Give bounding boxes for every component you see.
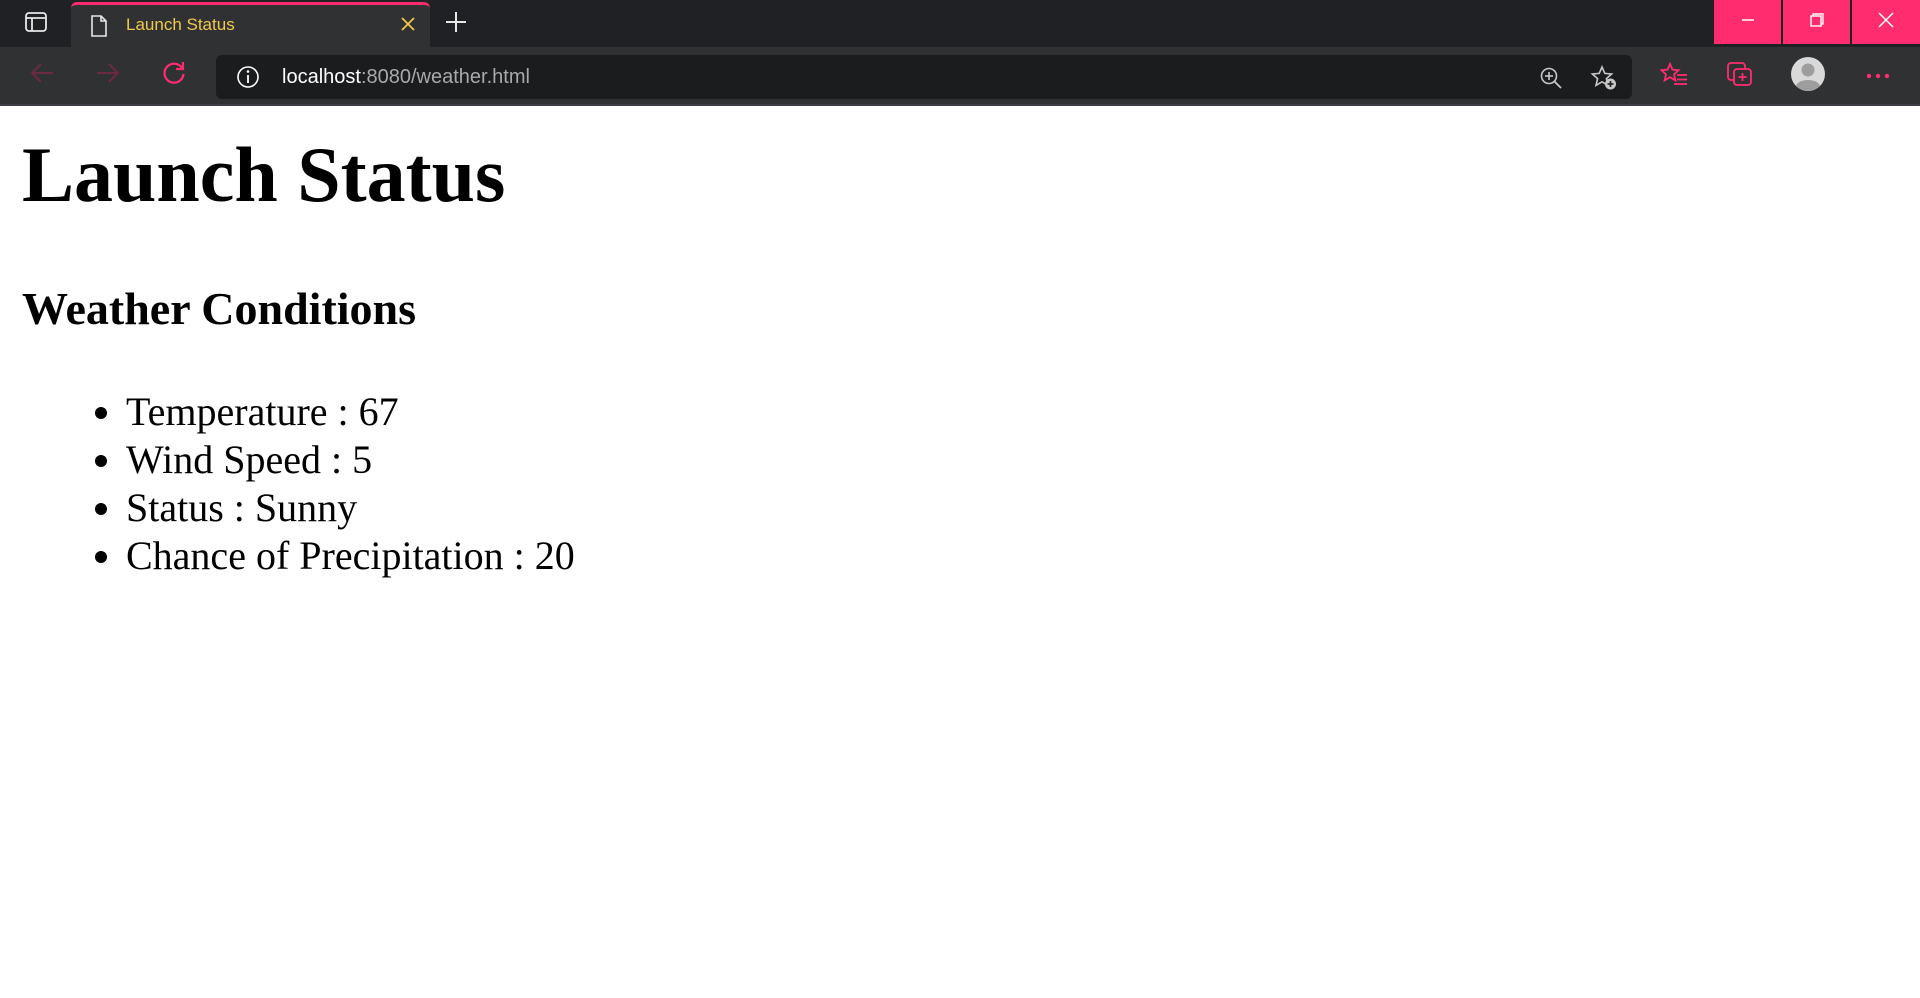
- plus-icon: [445, 11, 467, 38]
- browser-chrome: Launch Status localhost:8080/weather.htm…: [0, 0, 1920, 106]
- favorites-icon: [1659, 61, 1688, 92]
- list-item-wind-speed: Wind Speed : 5: [126, 436, 575, 484]
- star-add-icon[interactable]: [1590, 65, 1618, 91]
- more-button[interactable]: [1858, 57, 1898, 95]
- browser-toolbar: localhost:8080/weather.html: [0, 47, 1920, 106]
- avatar-icon: [1790, 56, 1826, 97]
- arrow-left-icon: [29, 62, 55, 89]
- restore-button[interactable]: [1783, 0, 1850, 44]
- zoom-in-icon[interactable]: [1538, 65, 1564, 91]
- refresh-icon: [161, 60, 187, 91]
- arrow-right-icon: [95, 62, 121, 89]
- refresh-button[interactable]: [154, 57, 194, 93]
- url-text[interactable]: localhost:8080/weather.html: [282, 66, 530, 89]
- url-host: localhost: [282, 66, 361, 88]
- url-path: :8080/weather.html: [360, 66, 530, 88]
- tab-close-button[interactable]: [396, 14, 420, 38]
- back-button[interactable]: [22, 57, 62, 93]
- list-item-precipitation: Chance of Precipitation : 20: [126, 532, 575, 580]
- restore-icon: [1809, 12, 1825, 33]
- tab-launch-status[interactable]: Launch Status: [71, 2, 430, 47]
- close-icon: [400, 16, 416, 37]
- collections-icon: [1726, 61, 1754, 92]
- tab-bar: Launch Status: [0, 0, 1920, 47]
- minimize-button[interactable]: [1714, 0, 1781, 44]
- address-bar[interactable]: localhost:8080/weather.html: [216, 55, 1632, 99]
- collections-button[interactable]: [1720, 57, 1760, 95]
- minimize-icon: [1740, 12, 1756, 33]
- favorites-button[interactable]: [1654, 57, 1694, 95]
- weather-conditions-list: Temperature : 67 Wind Speed : 5 Status :…: [86, 388, 575, 580]
- page-title: Launch Status: [22, 131, 506, 218]
- section-title: Weather Conditions: [22, 283, 417, 334]
- forward-button[interactable]: [88, 57, 128, 93]
- tab-title: Launch Status: [126, 15, 235, 34]
- more-icon: [1865, 67, 1891, 85]
- page-icon: [88, 14, 110, 38]
- tab-actions-icon: [25, 11, 47, 37]
- list-item-status: Status : Sunny: [126, 484, 575, 532]
- window-close-button[interactable]: [1852, 0, 1920, 44]
- profile-button[interactable]: [1788, 56, 1828, 97]
- tab-actions-button[interactable]: [16, 8, 56, 40]
- list-item-temperature: Temperature : 67: [126, 388, 575, 436]
- new-tab-button[interactable]: [436, 6, 476, 42]
- page-content: Launch Status Weather Conditions Tempera…: [0, 106, 1920, 998]
- info-icon[interactable]: [236, 65, 260, 89]
- close-icon: [1877, 11, 1895, 34]
